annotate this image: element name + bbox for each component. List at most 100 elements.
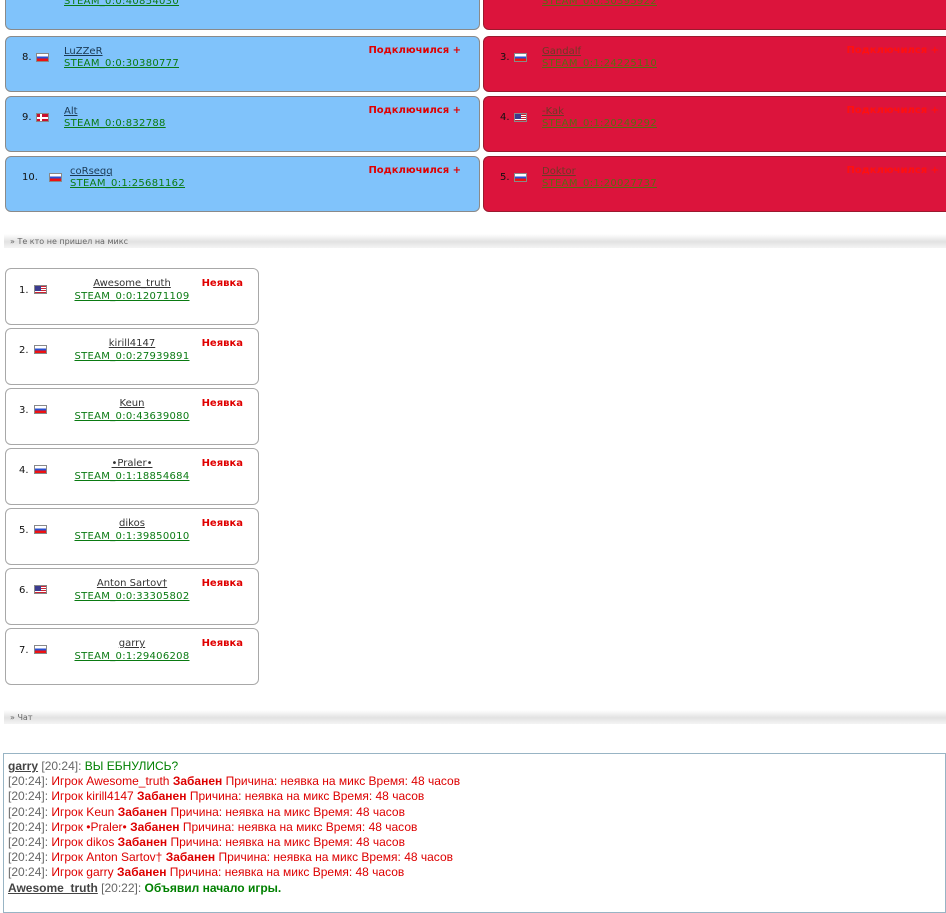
steam-id-link[interactable]: STEAM_0:0:832788 — [64, 118, 166, 129]
steam-id-link[interactable]: STEAM_0:0:30395922 — [542, 0, 657, 7]
player-card: 3. Gandalf STEAM_0:1:24225110 Подключился + — [483, 36, 946, 92]
ban-label: Забанен — [117, 835, 168, 850]
chat-section-title: » Чат — [10, 713, 33, 722]
system-ban-message: Игрок dikos Забанен Причина: неявка на м… — [51, 835, 405, 849]
ban-reason-text: Причина: неявка на микс Время: 48 часов — [169, 865, 405, 880]
steam-id-link[interactable]: STEAM_0:0:27939891 — [6, 351, 258, 362]
country-flag-icon — [49, 173, 62, 182]
country-flag-icon — [36, 113, 49, 122]
no-show-card: 1. Awesome_truth STEAM_0:0:12071109 Неявка — [5, 268, 259, 325]
ban-reason-text: Причина: неявка на микс Время: 48 часов — [170, 804, 405, 819]
chat-timestamp: [20:22]: — [101, 880, 142, 895]
system-ban-message: Игрок Keun Забанен Причина: неявка на ми… — [51, 805, 405, 819]
chat-timestamp: [20:24]: — [8, 804, 49, 819]
player-number: 3. — [500, 52, 510, 63]
player-name-link[interactable]: Doktor — [542, 166, 576, 177]
no-show-section-title: » Те кто не пришел на микс — [10, 237, 128, 246]
ban-label: Забанен — [165, 850, 216, 865]
no-show-card: 4. •Praler• STEAM_0:1:18854684 Неявка — [5, 448, 259, 505]
steam-id-link[interactable]: STEAM_0:1:20249292 — [542, 118, 657, 129]
connection-status: Подключился + — [368, 105, 461, 116]
system-ban-message: Игрок garry Забанен Причина: неявка на м… — [51, 865, 404, 879]
connection-status: Подключился + — [846, 45, 939, 56]
player-name-link[interactable]: LuZZeR — [64, 46, 103, 57]
steam-id-link[interactable]: STEAM_0:1:18854684 — [6, 471, 258, 482]
ban-label: Забанен — [117, 865, 167, 880]
player-name-link[interactable]: Alt — [64, 106, 78, 117]
chat-message: Awesome_truth [20:22]: Объявил начало иг… — [8, 881, 941, 896]
player-name-link[interactable]: Gandalf — [542, 46, 581, 57]
chat-section-header: » Чат — [4, 710, 946, 724]
ban-player-text: Игрок Anton Sartov† — [51, 850, 163, 865]
steam-id-link[interactable]: STEAM_0:0:30380777 — [64, 58, 179, 69]
steam-id-link[interactable]: STEAM_0:0:40854030 — [64, 0, 179, 7]
steam-id-link[interactable]: STEAM_0:1:20027737 — [542, 178, 657, 189]
no-show-status: Неявка — [201, 278, 243, 289]
chat-message: [20:24]: Игрок garry Забанен Причина: не… — [8, 865, 941, 880]
steam-id-link[interactable]: STEAM_0:1:25681162 — [70, 178, 185, 189]
country-flag-icon — [514, 113, 527, 122]
connection-status: Подключился + — [846, 165, 939, 176]
steam-id-link[interactable]: STEAM_0:1:39850010 — [6, 531, 258, 542]
no-show-card: 5. dikos STEAM_0:1:39850010 Неявка — [5, 508, 259, 565]
chat-timestamp: [20:24]: — [8, 865, 49, 880]
player-number: 10. — [22, 172, 38, 183]
chat-username-link[interactable]: Awesome_truth — [8, 881, 98, 895]
player-name-link[interactable]: coRseqq — [70, 166, 113, 177]
ban-reason-text: Причина: неявка на микс Время: 48 часов — [225, 774, 461, 789]
chat-message-text: ВЫ ЕБНУЛИСЬ? — [84, 759, 179, 773]
player-card: STEAM_0:0:30395922 — [483, 0, 946, 30]
chat-username-link[interactable]: garry — [8, 759, 38, 773]
ban-reason-text: Причина: неявка на микс Время: 48 часов — [218, 850, 454, 865]
connection-status: Подключился + — [368, 165, 461, 176]
system-ban-message: Игрок Awesome_truth Забанен Причина: нея… — [51, 774, 460, 788]
chat-message: [20:24]: Игрок Keun Забанен Причина: нея… — [8, 805, 941, 820]
chat-message: [20:24]: Игрок Anton Sartov† Забанен При… — [8, 850, 941, 865]
steam-id-link[interactable]: STEAM_0:0:12071109 — [6, 291, 258, 302]
system-ban-message: Игрок Anton Sartov† Забанен Причина: нея… — [51, 850, 453, 864]
chat-timestamp: [20:24]: — [41, 759, 82, 773]
chat-timestamp: [20:24]: — [8, 850, 49, 865]
ban-label: Забанен — [130, 819, 180, 834]
ban-player-text: Игрок Awesome_truth — [51, 774, 170, 789]
chat-message: [20:24]: Игрок •Praler• Забанен Причина:… — [8, 820, 941, 835]
ban-reason-text: Причина: неявка на микс Время: 48 часов — [189, 789, 425, 804]
no-show-card: 6. Anton Sartov† STEAM_0:0:33305802 Неявка — [5, 568, 259, 625]
player-card: 9. Alt STEAM_0:0:832788 Подключился + — [5, 96, 480, 152]
ban-player-text: Игрок kirill4147 — [51, 789, 134, 804]
connection-status: Подключился + — [846, 105, 939, 116]
player-card: 8. LuZZeR STEAM_0:0:30380777 Подключился + — [5, 36, 480, 92]
system-ban-message: Игрок kirill4147 Забанен Причина: неявка… — [51, 789, 424, 803]
ban-label: Забанен — [117, 804, 168, 819]
ban-label: Забанен — [172, 774, 223, 789]
steam-id-link[interactable]: STEAM_0:0:33305802 — [6, 591, 258, 602]
ban-reason-text: Причина: неявка на микс Время: 48 часов — [170, 835, 405, 850]
chat-timestamp: [20:24]: — [8, 835, 49, 850]
player-number: 8. — [22, 52, 32, 63]
no-show-card: 3. Keun STEAM_0:0:43639080 Неявка — [5, 388, 259, 445]
chat-timestamp: [20:24]: — [8, 774, 49, 789]
steam-id-link[interactable]: STEAM_0:0:43639080 — [6, 411, 258, 422]
player-number: 4. — [500, 112, 510, 123]
player-name-link[interactable]: -Kak — [542, 106, 564, 117]
player-card: 5. Doktor STEAM_0:1:20027737 Подключился + — [483, 156, 946, 212]
chat-log[interactable]: garry [20:24]: ВЫ ЕБНУЛИСЬ? [20:24]: Игро… — [3, 753, 946, 913]
ban-label: Забанен — [137, 789, 187, 804]
ban-player-text: Игрок •Praler• — [51, 819, 127, 834]
chat-message: garry [20:24]: ВЫ ЕБНУЛИСЬ? — [8, 759, 941, 774]
system-ban-message: Игрок •Praler• Забанен Причина: неявка н… — [51, 820, 417, 834]
no-show-card: 7. garry STEAM_0:1:29406208 Неявка — [5, 628, 259, 685]
steam-id-link[interactable]: STEAM_0:1:24225110 — [542, 58, 657, 69]
player-card: 10. coRseqq STEAM_0:1:25681162 Подключился … — [5, 156, 480, 212]
chat-message: [20:24]: Игрок Awesome_truth Забанен При… — [8, 774, 941, 789]
chat-message: [20:24]: Игрок kirill4147 Забанен Причин… — [8, 789, 941, 804]
chat-message-text: Объявил начало игры. — [144, 880, 282, 895]
no-show-status: Неявка — [201, 398, 243, 409]
steam-id-link[interactable]: STEAM_0:1:29406208 — [6, 651, 258, 662]
connection-status: Подключился + — [368, 45, 461, 56]
country-flag-icon — [36, 53, 49, 62]
no-show-status: Неявка — [201, 578, 243, 589]
chat-timestamp: [20:24]: — [8, 789, 49, 804]
player-number: 9. — [22, 112, 32, 123]
country-flag-icon — [514, 173, 527, 182]
